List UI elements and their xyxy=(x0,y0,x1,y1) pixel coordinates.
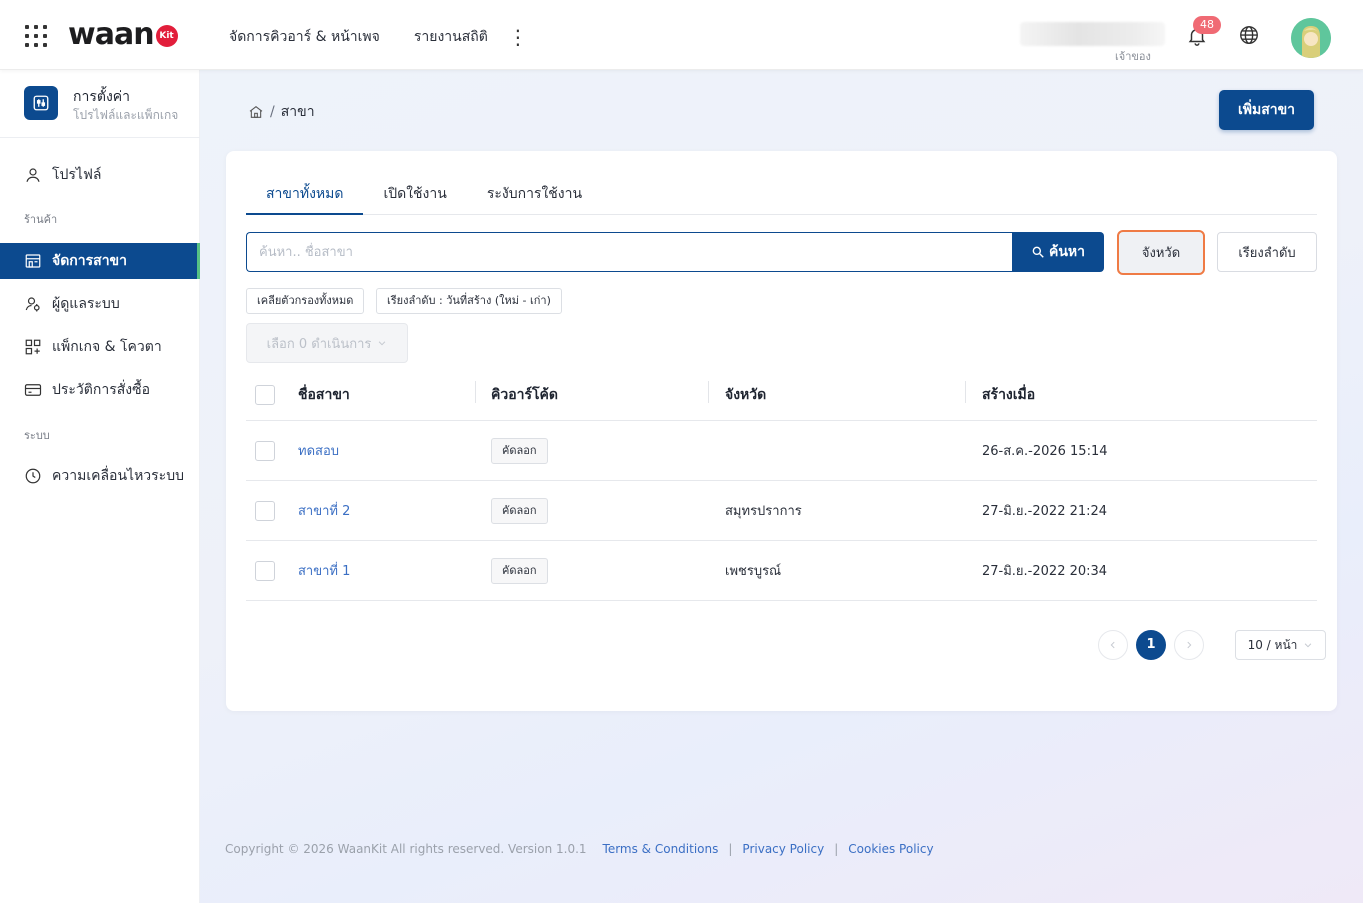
table-header: ชื่อสาขา คิวอาร์โค้ด จังหวัด สร้างเมื่อ xyxy=(246,369,1317,421)
cookies-link[interactable]: Cookies Policy xyxy=(848,842,933,856)
select-all-checkbox[interactable] xyxy=(255,384,275,405)
province-cell: เพชรบูรณ์ xyxy=(725,564,782,579)
user-icon xyxy=(26,168,40,182)
column-header-name: ชื่อสาขา xyxy=(298,386,350,403)
chevron-left-icon xyxy=(1110,641,1115,649)
branch-table: ชื่อสาขา คิวอาร์โค้ด จังหวัด สร้างเมื่อ … xyxy=(246,369,1317,601)
sidebar-group-store: ร้านค้า xyxy=(24,213,58,226)
created-cell: 27-มิ.ย.-2022 21:24 xyxy=(982,504,1108,519)
row-checkbox[interactable] xyxy=(255,500,275,521)
branch-name-link[interactable]: ทดสอบ xyxy=(298,444,339,459)
chevron-down-icon xyxy=(379,341,386,346)
store-icon xyxy=(25,254,41,268)
notification-badge: 48 xyxy=(1193,16,1221,34)
next-page-button[interactable] xyxy=(1174,630,1204,660)
sidebar-title: การตั้งค่า xyxy=(73,89,131,105)
sidebar-subtitle: โปรไฟล์และแพ็กเกจ xyxy=(73,108,179,122)
privacy-link[interactable]: Privacy Policy xyxy=(742,842,824,856)
nav-statistics[interactable]: รายงานสถิติ xyxy=(414,26,488,48)
status-tabs: สาขาทั้งหมด เปิดใช้งาน ระงับการใช้งาน xyxy=(246,173,1317,215)
column-header-province: จังหวัด xyxy=(708,380,965,406)
search-bar: ค้นหา xyxy=(246,232,1104,272)
nav-qr-pages[interactable]: จัดการคิวอาร์ & หน้าเพจ xyxy=(229,26,380,48)
apps-grid-icon[interactable] xyxy=(25,25,47,47)
sidebar-item-branches[interactable]: จัดการสาขา xyxy=(0,243,200,279)
table-row: สาขาที่ 2 คัดลอก สมุทรปราการ 27-มิ.ย.-20… xyxy=(246,481,1317,541)
sidebar-item-orders[interactable]: ประวัติการสั่งซื้อ xyxy=(0,372,200,408)
prev-page-button[interactable] xyxy=(1098,630,1128,660)
page-size-label: 10 / หน้า xyxy=(1247,637,1298,652)
sidebar-item-label: แพ็กเกจ & โควตา xyxy=(52,339,162,355)
terms-link[interactable]: Terms & Conditions xyxy=(603,842,719,856)
sidebar-item-label: ประวัติการสั่งซื้อ xyxy=(52,382,151,398)
branch-name-link[interactable]: สาขาที่ 2 xyxy=(298,504,350,519)
credit-card-icon xyxy=(24,384,42,396)
sidebar-item-label: จัดการสาขา xyxy=(52,253,127,269)
sidebar-group-system: ระบบ xyxy=(24,429,50,442)
chevron-down-icon xyxy=(1305,643,1312,648)
top-nav: จัดการคิวอาร์ & หน้าเพจ รายงานสถิติ ⋮ xyxy=(229,26,528,48)
column-header-qr: คิวอาร์โค้ด xyxy=(475,380,708,406)
branch-name-link[interactable]: สาขาที่ 1 xyxy=(298,564,350,579)
chevron-right-icon xyxy=(1187,641,1192,649)
row-checkbox[interactable] xyxy=(255,560,275,581)
sidebar-item-packages[interactable]: แพ็กเกจ & โควตา xyxy=(0,329,200,365)
table-row: สาขาที่ 1 คัดลอก เพชรบูรณ์ 27-มิ.ย.-2022… xyxy=(246,541,1317,601)
bulk-action-label: เลือก 0 ดำเนินการ xyxy=(266,336,372,352)
tab-all[interactable]: สาขาทั้งหมด xyxy=(246,173,364,215)
breadcrumb-current: สาขา xyxy=(280,104,315,120)
avatar[interactable] xyxy=(1291,18,1331,58)
top-bar: waan Kit จัดการคิวอาร์ & หน้าเพจ รายงานส… xyxy=(0,0,1363,70)
branch-card: สาขาทั้งหมด เปิดใช้งาน ระงับการใช้งาน ค้… xyxy=(226,151,1337,711)
page-size-select[interactable]: 10 / หน้า xyxy=(1235,630,1326,660)
search-input[interactable] xyxy=(246,232,1012,272)
package-icon xyxy=(25,339,41,355)
logo-text: waan xyxy=(68,16,155,52)
home-icon[interactable] xyxy=(248,104,264,120)
clock-icon xyxy=(25,468,41,484)
created-cell: 26-ส.ค.-2026 15:14 xyxy=(982,444,1108,459)
clear-filters-chip[interactable]: เคลียตัวกรองทั้งหมด xyxy=(246,288,365,314)
tab-active[interactable]: เปิดใช้งาน xyxy=(363,173,466,215)
settings-sliders-icon xyxy=(24,86,58,120)
copyright-text: Copyright © 2026 WaanKit All rights rese… xyxy=(225,842,587,856)
globe-icon[interactable] xyxy=(1238,24,1260,46)
sort-button[interactable]: เรียงลำดับ xyxy=(1217,232,1317,272)
more-menu-icon[interactable]: ⋮ xyxy=(508,27,528,47)
breadcrumb-separator: / xyxy=(270,104,275,120)
sidebar-item-label: ผู้ดูแลระบบ xyxy=(52,296,120,312)
sidebar-item-admins[interactable]: ผู้ดูแลระบบ xyxy=(0,286,200,322)
bulk-action-select: เลือก 0 ดำเนินการ xyxy=(246,323,408,363)
search-button[interactable]: ค้นหา xyxy=(1012,232,1104,272)
copy-qr-button[interactable]: คัดลอก xyxy=(491,497,548,524)
sidebar-item-activity[interactable]: ความเคลื่อนไหวระบบ xyxy=(0,458,200,494)
column-header-created: สร้างเมื่อ xyxy=(965,380,1317,406)
logo-badge: Kit xyxy=(155,25,178,47)
row-checkbox[interactable] xyxy=(255,440,275,461)
footer: Copyright © 2026 WaanKit All rights rese… xyxy=(225,842,934,856)
province-cell: สมุทรปราการ xyxy=(725,504,802,519)
province-filter-button[interactable]: จังหวัด xyxy=(1117,230,1205,275)
admin-users-icon xyxy=(25,297,40,312)
pagination: 1 10 / หน้า xyxy=(1098,630,1326,660)
created-cell: 27-มิ.ย.-2022 20:34 xyxy=(982,564,1108,579)
logo[interactable]: waan Kit xyxy=(68,16,178,52)
breadcrumb: / สาขา xyxy=(248,101,315,123)
copy-qr-button[interactable]: คัดลอก xyxy=(491,557,548,584)
copy-qr-button[interactable]: คัดลอก xyxy=(491,437,548,464)
sidebar: การตั้งค่า โปรไฟล์และแพ็กเกจ โปรไฟล์ ร้า… xyxy=(0,70,200,903)
sort-chip[interactable]: เรียงลำดับ : วันที่สร้าง (ใหม่ - เก่า) xyxy=(376,288,562,314)
page-number-current[interactable]: 1 xyxy=(1136,630,1166,660)
user-role: เจ้าของ xyxy=(1115,50,1151,63)
sidebar-item-profile[interactable]: โปรไฟล์ xyxy=(0,157,200,193)
user-name-blurred[interactable] xyxy=(1020,22,1165,46)
sidebar-header: การตั้งค่า โปรไฟล์และแพ็กเกจ xyxy=(0,70,200,138)
add-branch-button[interactable]: เพิ่มสาขา xyxy=(1219,90,1314,130)
search-button-label: ค้นหา xyxy=(1048,244,1086,260)
search-icon xyxy=(1032,246,1044,258)
sidebar-item-label: โปรไฟล์ xyxy=(52,167,102,183)
tab-suspended[interactable]: ระงับการใช้งาน xyxy=(467,173,602,215)
sidebar-item-label: ความเคลื่อนไหวระบบ xyxy=(52,468,184,484)
table-row: ทดสอบ คัดลอก 26-ส.ค.-2026 15:14 xyxy=(246,421,1317,481)
